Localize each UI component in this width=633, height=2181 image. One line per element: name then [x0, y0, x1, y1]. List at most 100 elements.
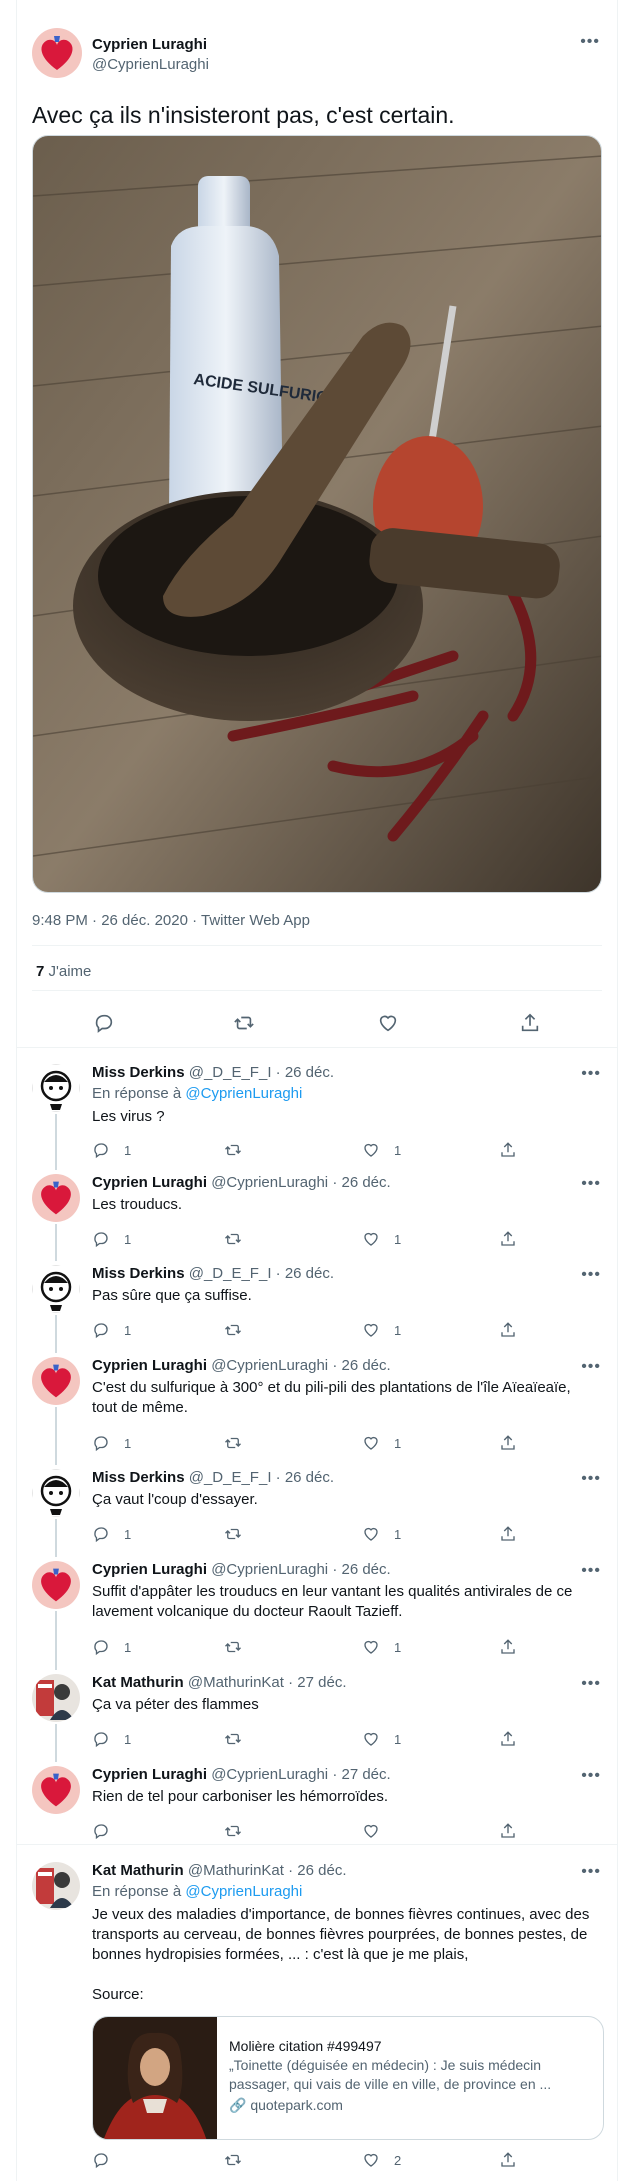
like-icon[interactable]: 1	[362, 1138, 401, 1162]
share-icon[interactable]	[499, 1727, 517, 1751]
retweet-icon[interactable]	[224, 1005, 264, 1041]
reply-date[interactable]: · 26 déc.	[276, 1469, 334, 1486]
reply-date[interactable]: · 26 déc.	[288, 1862, 346, 1879]
reply-date[interactable]: · 27 déc.	[288, 1674, 346, 1691]
retweet-icon[interactable]	[224, 1318, 242, 1342]
tweet-timestamp[interactable]: 9:48 PM · 26 déc. 2020 · Twitter Web App	[32, 912, 310, 929]
author-name[interactable]: Cyprien Luraghi	[92, 1766, 207, 1783]
reply-icon[interactable]	[92, 1819, 110, 1843]
share-icon[interactable]	[510, 1005, 550, 1041]
more-options-icon[interactable]: •••	[581, 1359, 601, 1375]
author-name[interactable]: Cyprien Luraghi	[92, 1357, 207, 1374]
reply-tweet[interactable]: Cyprien Luraghi @CyprienLuraghi · 26 déc…	[17, 1343, 617, 1465]
author-handle[interactable]: @_D_E_F_I	[189, 1265, 272, 1282]
author-handle[interactable]: @MathurinKat	[188, 1862, 284, 1879]
reply-icon[interactable]	[84, 1005, 124, 1041]
share-icon[interactable]	[499, 1138, 517, 1162]
share-icon[interactable]	[499, 1635, 517, 1659]
reply-date[interactable]: · 26 déc.	[332, 1174, 390, 1191]
like-icon[interactable]: 1	[362, 1522, 401, 1546]
like-icon[interactable]: 2	[362, 2148, 401, 2172]
like-icon[interactable]	[368, 1005, 408, 1041]
retweet-icon[interactable]	[224, 1138, 242, 1162]
reply-date[interactable]: · 27 déc.	[332, 1766, 390, 1783]
reply-tweet[interactable]: Cyprien Luraghi @CyprienLuraghi · 26 déc…	[17, 1160, 617, 1261]
avatar[interactable]	[32, 1265, 80, 1313]
avatar[interactable]	[32, 1174, 80, 1222]
reply-icon[interactable]: 1	[92, 1635, 131, 1659]
more-options-icon[interactable]: •••	[581, 1471, 601, 1487]
reply-tweet[interactable]: Miss Derkins @_D_E_F_I · 26 déc. En répo…	[17, 1050, 617, 1170]
in-reply-handle[interactable]: @CyprienLuraghi	[185, 1883, 302, 1900]
more-options-icon[interactable]: •••	[581, 1563, 601, 1579]
author-name[interactable]: Kat Mathurin	[92, 1674, 184, 1691]
reply-icon[interactable]: 1	[92, 1318, 131, 1342]
like-icon[interactable]: 1	[362, 1635, 401, 1659]
reply-tweet[interactable]: Miss Derkins @_D_E_F_I · 26 déc. Pas sûr…	[17, 1251, 617, 1353]
author-handle[interactable]: @CyprienLuraghi	[92, 56, 209, 73]
avatar[interactable]	[32, 28, 82, 78]
avatar[interactable]	[32, 1561, 80, 1609]
share-icon[interactable]	[499, 1318, 517, 1342]
author-handle[interactable]: @CyprienLuraghi	[211, 1357, 328, 1374]
reply-tweet[interactable]: Cyprien Luraghi @CyprienLuraghi · 27 déc…	[17, 1752, 617, 1844]
author-handle[interactable]: @CyprienLuraghi	[211, 1174, 328, 1191]
reply-date[interactable]: · 26 déc.	[332, 1561, 390, 1578]
reply-icon[interactable]: 1	[92, 1727, 131, 1751]
like-icon[interactable]	[362, 1819, 380, 1843]
author-name[interactable]: Cyprien Luraghi	[92, 1174, 207, 1191]
more-options-icon[interactable]: •••	[581, 1864, 601, 1880]
share-icon[interactable]	[499, 1819, 517, 1843]
retweet-icon[interactable]	[224, 1431, 242, 1455]
author-handle[interactable]: @CyprienLuraghi	[211, 1561, 328, 1578]
author-handle[interactable]: @_D_E_F_I	[189, 1064, 272, 1081]
like-icon[interactable]: 1	[362, 1727, 401, 1751]
reply-date[interactable]: · 26 déc.	[276, 1064, 334, 1081]
author-name[interactable]: Cyprien Luraghi	[92, 36, 207, 53]
more-options-icon[interactable]: •••	[581, 1176, 601, 1192]
author-handle[interactable]: @MathurinKat	[188, 1674, 284, 1691]
reply-icon[interactable]: 1	[92, 1431, 131, 1455]
author-handle[interactable]: @_D_E_F_I	[189, 1469, 272, 1486]
avatar[interactable]	[32, 1766, 80, 1814]
reply-date[interactable]: · 26 déc.	[332, 1357, 390, 1374]
tweet-photo[interactable]: ACIDE SULFURIQUE	[32, 135, 602, 893]
retweet-icon[interactable]	[224, 1635, 242, 1659]
author-handle[interactable]: @CyprienLuraghi	[211, 1766, 328, 1783]
share-icon[interactable]	[499, 1522, 517, 1546]
reply-tweet[interactable]: Miss Derkins @_D_E_F_I · 26 déc. Ça vaut…	[17, 1455, 617, 1557]
more-options-icon[interactable]: •••	[581, 1768, 601, 1784]
avatar[interactable]	[32, 1064, 80, 1112]
author-name[interactable]: Miss Derkins	[92, 1265, 185, 1282]
author-name[interactable]: Miss Derkins	[92, 1469, 185, 1486]
retweet-icon[interactable]	[224, 1227, 242, 1251]
reply-tweet[interactable]: Cyprien Luraghi @CyprienLuraghi · 26 déc…	[17, 1547, 617, 1670]
avatar[interactable]	[32, 1357, 80, 1405]
more-options-icon[interactable]: •••	[580, 34, 600, 50]
reply-tweet[interactable]: Kat Mathurin @MathurinKat · 27 déc. Ça v…	[17, 1660, 617, 1762]
more-options-icon[interactable]: •••	[581, 1676, 601, 1692]
reply-icon[interactable]: 1	[92, 1522, 131, 1546]
avatar[interactable]	[32, 1862, 80, 1910]
in-reply-handle[interactable]: @CyprienLuraghi	[185, 1085, 302, 1102]
author-name[interactable]: Cyprien Luraghi	[92, 1561, 207, 1578]
retweet-icon[interactable]	[224, 1522, 242, 1546]
avatar[interactable]	[32, 1674, 80, 1722]
reply-date[interactable]: · 26 déc.	[276, 1265, 334, 1282]
more-options-icon[interactable]: •••	[581, 1066, 601, 1082]
like-icon[interactable]: 1	[362, 1431, 401, 1455]
like-icon[interactable]: 1	[362, 1318, 401, 1342]
author-name[interactable]: Kat Mathurin	[92, 1862, 184, 1879]
author-name[interactable]: Miss Derkins	[92, 1064, 185, 1081]
share-icon[interactable]	[499, 1227, 517, 1251]
link-card[interactable]: Molière citation #499497 „Toinette (dégu…	[92, 2016, 604, 2140]
reply-icon[interactable]	[92, 2148, 110, 2172]
retweet-icon[interactable]	[224, 1727, 242, 1751]
share-icon[interactable]	[499, 1431, 517, 1455]
retweet-icon[interactable]	[224, 1819, 242, 1843]
share-icon[interactable]	[499, 2148, 517, 2172]
reply-icon[interactable]: 1	[92, 1227, 131, 1251]
avatar[interactable]	[32, 1469, 80, 1517]
more-options-icon[interactable]: •••	[581, 1267, 601, 1283]
likes-count[interactable]: 7 J'aime	[36, 963, 91, 980]
